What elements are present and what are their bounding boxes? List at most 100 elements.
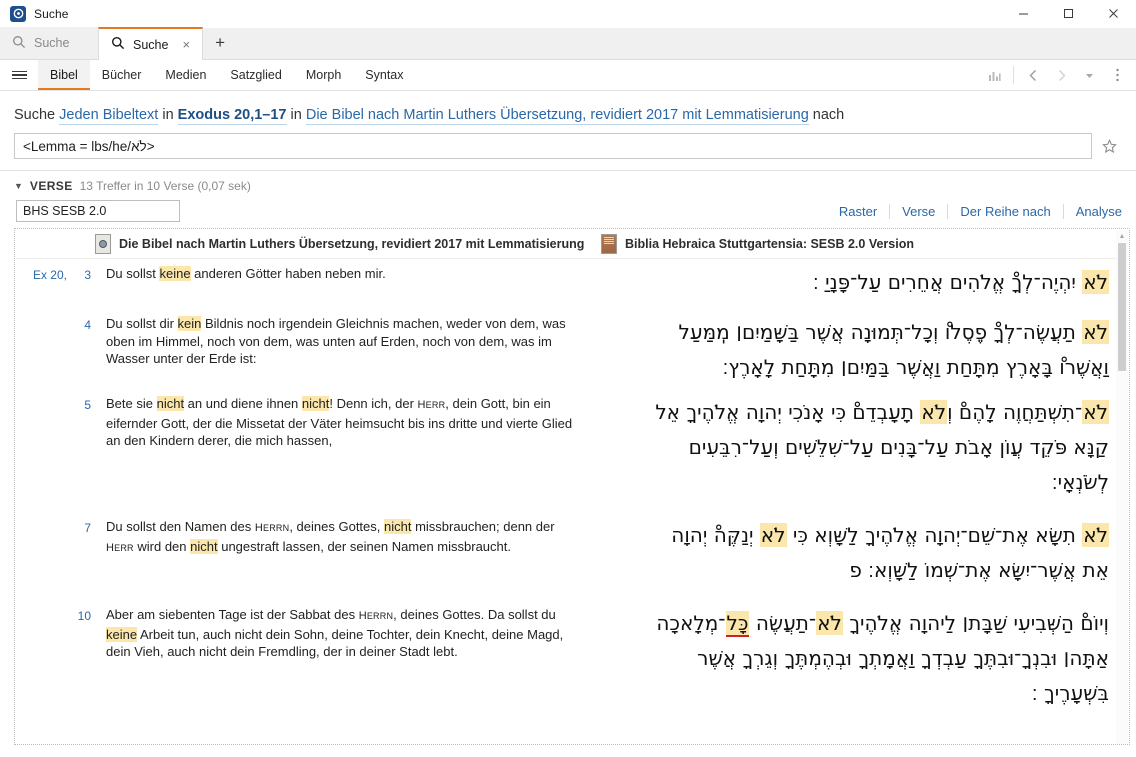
menu-item-syntax[interactable]: Syntax xyxy=(353,60,415,90)
maximize-button[interactable] xyxy=(1046,0,1091,28)
view-link-verse[interactable]: Verse xyxy=(890,203,949,219)
hebrew-line: לְשֹׂנְאָי׃ xyxy=(589,465,1109,500)
verse-text-german: Du sollst den Namen des HERRN, deines Go… xyxy=(93,518,589,588)
scroll-up-arrow-icon[interactable]: ▲ xyxy=(1116,230,1128,242)
menu-item-medien[interactable]: Medien xyxy=(153,60,218,90)
query-suffix: nach xyxy=(812,107,845,123)
search-hit: kein xyxy=(177,316,202,331)
hebrew-line: אַתָּה׀ וּבִנְךָ־וּבִתֶּךָ עַבְדְךָ וַאֲ… xyxy=(589,641,1109,676)
search-row: <Lemma = lbs/he/לֹא> xyxy=(0,125,1136,159)
query-resource-link[interactable]: Die Bibel nach Martin Luthers Übersetzun… xyxy=(305,107,809,125)
view-link-analyse[interactable]: Analyse xyxy=(1064,204,1124,219)
verse-text-hebrew: לֹא־תִשְׁתַּחֲוֶה לָהֶםْ וְלֹא תָעָבְדֵם… xyxy=(589,395,1129,500)
verse-number[interactable]: 7 xyxy=(67,518,93,588)
search-hit: לֹא xyxy=(1082,523,1109,547)
tab-suche-2[interactable]: Suche × xyxy=(98,27,204,60)
text-fragment: בִּשְׁעָרֶיךָ ׃ xyxy=(1031,681,1109,705)
table-row[interactable]: 10 Aber am siebenten Tage ist der Sabbat… xyxy=(15,606,1129,711)
menu-item-satzglied[interactable]: Satzglied xyxy=(218,60,293,90)
search-hit: nicht xyxy=(156,396,185,411)
verse-text-german: Bete sie nicht an und diene ihnen nicht!… xyxy=(93,395,589,500)
verse-text-hebrew: לֹא יִהְיֶה־לְךָْ אֱלֹהִים אֲחֵרִים עַל־… xyxy=(589,265,1129,300)
search-hit: לֹא xyxy=(1082,320,1109,344)
history-dropdown-icon[interactable] xyxy=(1076,62,1102,88)
results-panel: Die Bibel nach Martin Luthers Übersetzun… xyxy=(14,228,1130,745)
tab-suche-1[interactable]: Suche xyxy=(0,27,98,59)
search-hit: nicht xyxy=(190,538,218,554)
menu-item-bibel[interactable]: Bibel xyxy=(38,60,90,90)
table-row[interactable]: 5 Bete sie nicht an und diene ihnen nich… xyxy=(15,395,1129,500)
menu-item-buecher[interactable]: Bücher xyxy=(90,60,154,90)
text-fragment: an und diene ihnen xyxy=(184,396,302,411)
search-hit: keine xyxy=(159,266,191,281)
overflow-menu-icon[interactable] xyxy=(1104,62,1130,88)
menu-item-morph[interactable]: Morph xyxy=(294,60,353,90)
search-hit: לֹא xyxy=(1082,270,1109,294)
text-fragment: , deines Gottes. Da sollst du xyxy=(393,607,556,622)
table-row[interactable]: 7 Du sollst den Namen des HERRN, deines … xyxy=(15,518,1129,588)
verse-reference[interactable] xyxy=(15,518,67,588)
verse-text-hebrew: לֹא תַעֲשֶׂה־לְךָْ פֵֶסֶלוْ וְכָל־תְּמוּ… xyxy=(589,315,1129,385)
tab-strip: Suche Suche × + xyxy=(0,27,1136,60)
hebrew-line: קַנָּא פֹּקֵד עֲוֹן אָבֹת עַל־בָּנִים עַ… xyxy=(589,430,1109,465)
text-fragment: לְשֹׂנְאָי׃ xyxy=(1051,470,1109,494)
tab-close-icon[interactable]: × xyxy=(182,38,190,51)
text-fragment: ־מְלָאכָה xyxy=(656,611,726,635)
text-fragment: missbrauchen; denn der xyxy=(411,519,555,534)
brown-book-icon xyxy=(601,234,617,254)
vertical-scrollbar[interactable]: ▲ xyxy=(1116,230,1128,744)
bar-chart-icon[interactable] xyxy=(981,62,1007,88)
search-hit: nicht xyxy=(301,396,330,411)
text-fragment: אֵת אֲשֶׁר־יִשָּׂא אֶת־שְׁמוֹ לַשָּׁוְא׃… xyxy=(849,558,1109,582)
back-arrow-icon[interactable] xyxy=(1020,62,1046,88)
scrollbar-thumb[interactable] xyxy=(1118,243,1126,371)
text-fragment: Bete sie xyxy=(106,396,157,411)
results-meta: 13 Treffer in 10 Verse (0,07 sek) xyxy=(79,179,251,193)
verse-text-german: Du sollst keine anderen Götter haben neb… xyxy=(93,265,589,300)
text-fragment: Du sollst dir xyxy=(106,316,178,331)
window-titlebar: Suche xyxy=(0,0,1136,28)
star-icon[interactable] xyxy=(1092,133,1126,159)
query-in-1: in xyxy=(162,107,174,123)
verse-number[interactable]: 3 xyxy=(67,265,93,300)
results-scroll-area[interactable]: Ex 20, 3 Du sollst keine anderen Götter … xyxy=(15,259,1129,744)
view-link-raster[interactable]: Raster xyxy=(827,203,891,219)
divine-name: HERRN xyxy=(254,522,290,534)
query-prefix: Suche xyxy=(14,107,56,123)
column-header-german: Die Bibel nach Martin Luthers Übersetzun… xyxy=(95,234,589,254)
resource-selector[interactable]: BHS SESB 2.0 xyxy=(16,200,180,222)
verse-text-hebrew: וְיוֹםْ הַשְּׁבִיעִי שַׁבָּת׀ לַיהוָה אֱ… xyxy=(589,606,1129,711)
search-input[interactable]: <Lemma = lbs/he/לֹא> xyxy=(14,133,1092,159)
verse-reference[interactable] xyxy=(15,315,67,385)
hamburger-icon[interactable] xyxy=(0,60,38,90)
new-tab-button[interactable]: + xyxy=(203,27,237,59)
results-column-headers: Die Bibel nach Martin Luthers Übersetzun… xyxy=(15,229,1129,259)
caret-down-icon[interactable]: ▼ xyxy=(14,182,23,191)
verse-reference[interactable] xyxy=(15,606,67,711)
verse-number[interactable]: 5 xyxy=(67,395,93,500)
query-scope-link[interactable]: Jeden Bibeltext xyxy=(59,107,159,125)
minimize-button[interactable] xyxy=(1001,0,1046,28)
text-fragment: Du sollst den Namen des xyxy=(106,519,255,534)
forward-arrow-icon[interactable] xyxy=(1048,62,1074,88)
text-fragment: יְנַקֶּהْ יְהוָה xyxy=(671,523,760,547)
column-header-hebrew-title: Biblia Hebraica Stuttgartensia: SESB 2.0… xyxy=(625,237,914,251)
verse-reference[interactable]: Ex 20, xyxy=(15,265,67,300)
text-fragment: אַתָּה׀ וּבִנְךָ־וּבִתֶּךָ עַבְדְךָ וַאֲ… xyxy=(697,646,1109,670)
verse-number[interactable]: 4 xyxy=(67,315,93,385)
verse-reference[interactable] xyxy=(15,395,67,500)
search-hit: לֹא xyxy=(816,611,843,635)
table-row[interactable]: 4 Du sollst dir kein Bildnis noch irgend… xyxy=(15,315,1129,385)
menu-bar: Bibel Bücher Medien Satzglied Morph Synt… xyxy=(0,60,1136,91)
text-fragment: ־תִשְׁתַּחֲוֶה לָהֶםْ וְ xyxy=(947,400,1083,424)
verse-number[interactable]: 10 xyxy=(67,606,93,711)
query-passage-link[interactable]: Exodus 20,1–17 xyxy=(177,107,287,125)
view-link-der-reihe-nach[interactable]: Der Reihe nach xyxy=(948,203,1064,219)
search-hit: לֹא xyxy=(759,523,787,547)
query-line: Suche Jeden Bibeltext in Exodus 20,1–17 … xyxy=(14,105,1122,125)
table-row[interactable]: Ex 20, 3 Du sollst keine anderen Götter … xyxy=(15,265,1129,300)
close-button[interactable] xyxy=(1091,0,1136,28)
text-fragment: anderen Götter haben neben mir. xyxy=(190,266,386,281)
verse-text-german: Du sollst dir kein Bildnis noch irgendei… xyxy=(93,315,589,385)
verse-text-hebrew: לֹא תִשָּׂא אֶת־שֵׁם־יְהוָה אֱלֹהֶיךָ לַ… xyxy=(589,518,1129,588)
